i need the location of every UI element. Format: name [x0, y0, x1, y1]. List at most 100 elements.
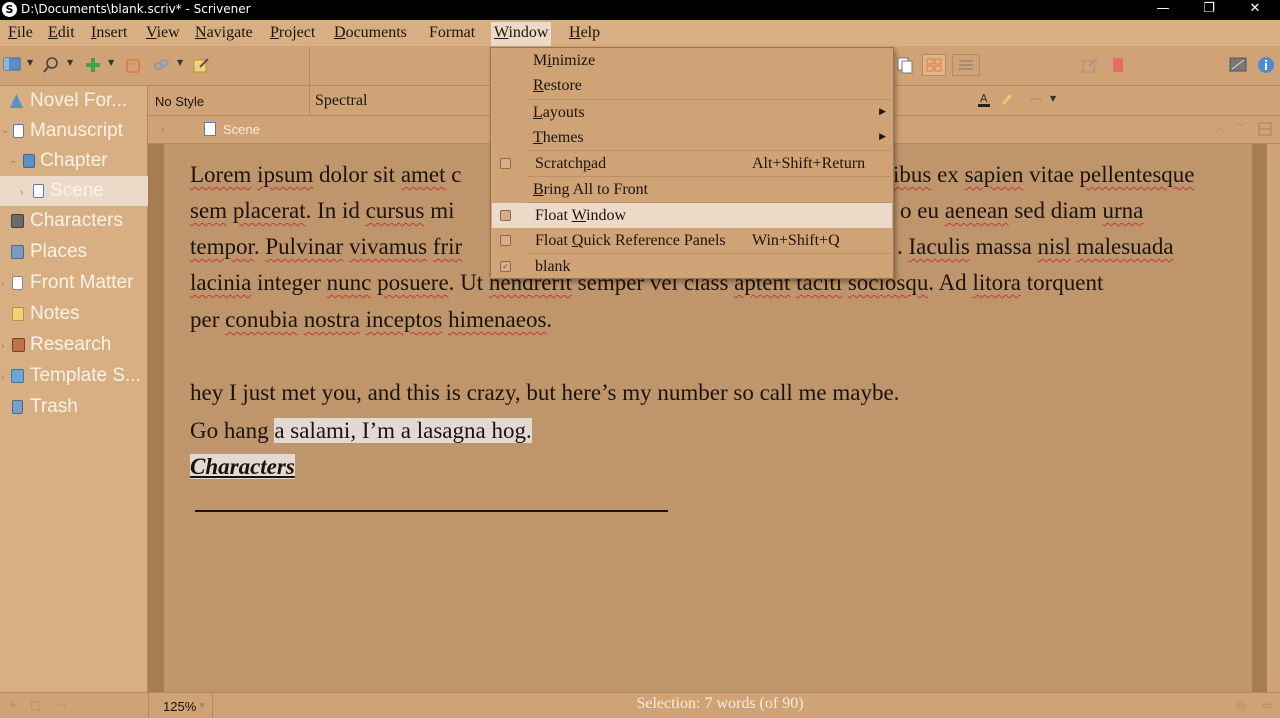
misspelled-word[interactable]: Pulvinar: [265, 234, 343, 259]
zoom-level-selector[interactable]: 125%: [163, 699, 196, 714]
misspelled-word[interactable]: amet: [401, 162, 446, 187]
search-icon[interactable]: [42, 56, 60, 74]
misspelled-word[interactable]: placerat: [233, 198, 306, 223]
link-icon[interactable]: [152, 56, 170, 74]
restore-window-button[interactable]: ❐: [1186, 0, 1232, 20]
font-family-selector[interactable]: Spectral: [310, 86, 500, 116]
chevron-right-icon[interactable]: ›: [20, 178, 23, 206]
paragraph-style-selector[interactable]: No Style: [148, 86, 310, 116]
grid-view-icon[interactable]: [922, 54, 946, 76]
misspelled-word[interactable]: nisl: [1038, 234, 1071, 259]
edit-note-icon[interactable]: [192, 56, 210, 74]
binder-item-front-matter[interactable]: › Front Matter: [0, 268, 148, 298]
misspelled-word[interactable]: ipsum: [257, 162, 313, 187]
binder-item-notes[interactable]: Notes: [0, 299, 148, 329]
menu-item-themes[interactable]: Themes ▶: [492, 125, 892, 150]
binder-item-chapter[interactable]: ⌄ Chapter: [0, 146, 148, 176]
binder-item-scene[interactable]: › Scene: [0, 176, 148, 206]
menu-item-bring-all-to-front[interactable]: Bring All to Front: [492, 177, 892, 202]
chevron-right-icon[interactable]: ›: [1, 363, 4, 391]
menu-window[interactable]: Window: [491, 22, 552, 46]
chevron-down-icon[interactable]: ▼: [1050, 94, 1056, 103]
misspelled-word[interactable]: inceptos: [366, 307, 443, 332]
misspelled-word[interactable]: urna: [1102, 198, 1143, 223]
bookmark-icon[interactable]: [1108, 56, 1128, 74]
misspelled-word[interactable]: pellentesque: [1080, 162, 1195, 187]
share-export-icon[interactable]: [1080, 56, 1100, 74]
selected-heading-text[interactable]: Characters: [190, 454, 295, 479]
corkboard-view-icon[interactable]: [895, 56, 915, 74]
menu-item-float-window[interactable]: Float Window: [492, 203, 892, 228]
chevron-down-icon[interactable]: ▼: [108, 58, 114, 67]
misspelled-word[interactable]: malesuada: [1077, 234, 1174, 259]
misspelled-word[interactable]: Lorem: [190, 162, 251, 187]
misspelled-word[interactable]: tempor: [190, 234, 254, 259]
add-icon[interactable]: +: [8, 698, 18, 712]
chevron-down-icon[interactable]: ▼: [27, 58, 33, 67]
misspelled-word[interactable]: posuere: [377, 270, 449, 295]
menu-item-float-quick-reference-panels[interactable]: Float Quick Reference Panels Win+Shift+Q: [492, 228, 892, 253]
chevron-down-icon[interactable]: ⌄: [9, 146, 17, 176]
menu-item-restore[interactable]: Restore: [492, 73, 892, 98]
misspelled-word[interactable]: sapien: [965, 162, 1024, 187]
scrollbar-thumb[interactable]: [1270, 158, 1277, 678]
target-icon[interactable]: ◎: [1236, 698, 1246, 712]
menu-view[interactable]: View: [143, 22, 183, 46]
misspelled-word[interactable]: nunc: [327, 270, 372, 295]
menu-item-blank-window[interactable]: ✓ blank: [492, 254, 892, 279]
misspelled-word[interactable]: cursus: [366, 198, 425, 223]
misspelled-word[interactable]: sem: [190, 198, 227, 223]
chevron-down-icon[interactable]: ▼: [199, 701, 205, 710]
misspelled-word[interactable]: aenean: [945, 198, 1009, 223]
compose-icon[interactable]: ▭: [1262, 698, 1273, 712]
chevron-down-icon[interactable]: ▼: [177, 58, 183, 67]
menu-navigate[interactable]: Navigate: [192, 22, 256, 46]
chevron-down-icon[interactable]: ⌄: [1, 116, 9, 146]
add-item-icon[interactable]: [84, 56, 102, 74]
binder-item-places[interactable]: Places: [0, 237, 148, 267]
list-style-icon[interactable]: [1028, 91, 1048, 109]
header-document-title[interactable]: Scene: [223, 122, 260, 137]
menu-documents[interactable]: Documents: [331, 22, 410, 46]
info-icon[interactable]: [1256, 56, 1276, 74]
split-editor-icon[interactable]: [1258, 121, 1272, 139]
minimize-window-button[interactable]: —: [1140, 0, 1186, 20]
misspelled-word[interactable]: nostra: [304, 307, 360, 332]
misspelled-word[interactable]: ibus: [893, 162, 931, 187]
binder-item-trash[interactable]: Trash: [0, 392, 148, 422]
chevron-right-icon[interactable]: ›: [1, 270, 4, 298]
menu-item-layouts[interactable]: Layouts ▶: [492, 100, 892, 125]
chevron-right-icon[interactable]: ›: [1, 332, 4, 360]
menu-item-scratchpad[interactable]: Scratchpad Alt+Shift+Return: [492, 151, 892, 176]
menu-file[interactable]: File: [5, 22, 36, 46]
misspelled-word[interactable]: lacinia: [190, 270, 251, 295]
binder-item-template-sheets[interactable]: › Template S...: [0, 361, 148, 391]
binder-item-manuscript[interactable]: ⌄ Manuscript: [0, 116, 148, 146]
chevron-down-icon[interactable]: ▼: [67, 58, 73, 67]
binder-item-characters[interactable]: Characters: [0, 206, 148, 236]
editor-scrollbar[interactable]: [1267, 144, 1280, 692]
binder-item-novel-format[interactable]: Novel For...: [0, 86, 148, 116]
chevron-left-icon[interactable]: ‹: [156, 121, 170, 139]
misspelled-word[interactable]: Iaculis: [909, 234, 970, 259]
menu-item-minimize[interactable]: Minimize: [492, 48, 892, 73]
trash-toolbar-icon[interactable]: [124, 56, 142, 74]
more-options-icon[interactable]: ···: [55, 698, 66, 712]
selected-text[interactable]: a salami, I’m a lasagna hog.: [274, 418, 532, 443]
binder-toggle-icon[interactable]: [3, 56, 21, 74]
menu-help[interactable]: Help: [566, 22, 603, 46]
menu-edit[interactable]: Edit: [45, 22, 78, 46]
misspelled-word[interactable]: frir: [433, 234, 462, 259]
menu-insert[interactable]: Insert: [88, 22, 130, 46]
binder-item-research[interactable]: › Research: [0, 330, 148, 360]
misspelled-word[interactable]: litora: [972, 270, 1021, 295]
menu-format[interactable]: Format: [426, 22, 478, 46]
highlight-color-icon[interactable]: [1000, 91, 1014, 109]
misspelled-word[interactable]: himenaeos: [448, 307, 546, 332]
chevron-up-icon[interactable]: ︿: [1212, 120, 1226, 138]
chevron-down-icon[interactable]: ﹀: [1234, 120, 1248, 138]
misspelled-word[interactable]: conubia: [225, 307, 298, 332]
folder-add-icon[interactable]: ▢: [30, 698, 41, 712]
outline-view-icon[interactable]: [952, 54, 980, 76]
misspelled-word[interactable]: vivamus: [349, 234, 427, 259]
